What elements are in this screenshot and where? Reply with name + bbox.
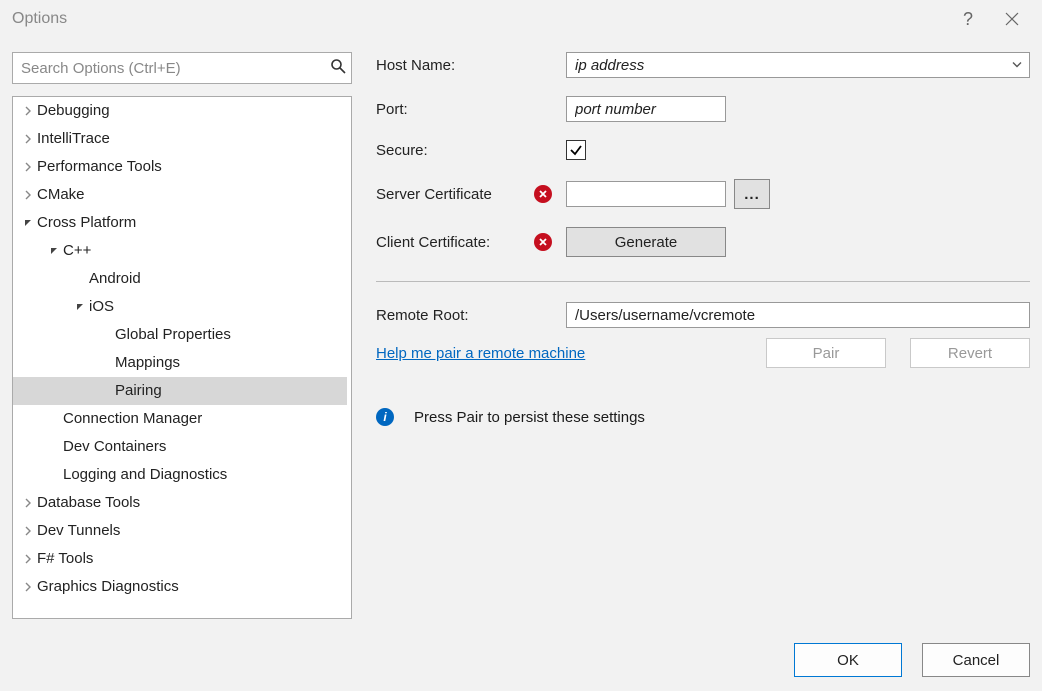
caret-expanded-icon bbox=[73, 302, 87, 312]
tree-item-label: Debugging bbox=[37, 102, 110, 119]
tree-item[interactable]: Global Properties bbox=[13, 321, 347, 349]
help-icon[interactable]: ? bbox=[946, 3, 990, 35]
caret-collapsed-icon bbox=[21, 554, 35, 564]
browse-button[interactable]: ... bbox=[734, 179, 770, 209]
tree-item[interactable]: C++ bbox=[13, 237, 347, 265]
tree-item[interactable]: Logging and Diagnostics bbox=[13, 461, 347, 489]
tree-item[interactable]: Android bbox=[13, 265, 347, 293]
info-text: Press Pair to persist these settings bbox=[414, 409, 645, 426]
tree-item-label: Database Tools bbox=[37, 494, 140, 511]
titlebar: Options ? bbox=[0, 0, 1042, 38]
close-icon[interactable] bbox=[990, 3, 1034, 35]
tree-item-label: Dev Containers bbox=[63, 438, 166, 455]
tree-item-label: Cross Platform bbox=[37, 214, 136, 231]
port-field[interactable] bbox=[566, 96, 726, 122]
tree-item[interactable]: IntelliTrace bbox=[13, 125, 347, 153]
left-pane: Debugging IntelliTrace Performance Tools CM… bbox=[12, 52, 352, 619]
ok-button[interactable]: OK bbox=[794, 643, 902, 677]
caret-collapsed-icon bbox=[21, 498, 35, 508]
tree-item-label: Dev Tunnels bbox=[37, 522, 120, 539]
tree-item[interactable]: Database Tools bbox=[13, 489, 347, 517]
remote-root-label: Remote Root: bbox=[376, 307, 526, 324]
window-title: Options bbox=[12, 0, 67, 38]
info-icon: i bbox=[376, 408, 394, 426]
secure-checkbox[interactable] bbox=[566, 140, 586, 160]
tree-item-label: Connection Manager bbox=[63, 410, 202, 427]
revert-button[interactable]: Revert bbox=[910, 338, 1030, 368]
right-pane: Host Name: Port: Secure: bbox=[376, 52, 1030, 619]
tree-item-label: iOS bbox=[89, 298, 114, 315]
tree-item[interactable]: CMake bbox=[13, 181, 347, 209]
pair-button[interactable]: Pair bbox=[766, 338, 886, 368]
tree-item[interactable]: Pairing bbox=[13, 377, 347, 405]
tree-item[interactable]: iOS bbox=[13, 293, 347, 321]
host-name-field[interactable] bbox=[566, 52, 1030, 78]
server-cert-label: Server Certificate bbox=[376, 186, 526, 203]
options-dialog: Options ? DebuggingInt bbox=[0, 0, 1042, 691]
remote-root-field[interactable] bbox=[566, 302, 1030, 328]
tree-item[interactable]: Graphics Diagnostics bbox=[13, 573, 347, 601]
caret-expanded-icon bbox=[47, 246, 61, 256]
options-tree: Debugging IntelliTrace Performance Tools CM… bbox=[12, 96, 352, 619]
error-icon bbox=[534, 233, 558, 251]
error-icon bbox=[534, 185, 558, 203]
secure-label: Secure: bbox=[376, 142, 526, 159]
tree-item[interactable]: Debugging bbox=[13, 97, 347, 125]
tree-item-label: F# Tools bbox=[37, 550, 93, 567]
tree-item-label: Global Properties bbox=[115, 326, 231, 343]
search-wrap bbox=[12, 52, 352, 84]
server-cert-field[interactable] bbox=[566, 181, 726, 207]
dialog-footer: OK Cancel bbox=[794, 643, 1030, 677]
tree-item[interactable]: Connection Manager bbox=[13, 405, 347, 433]
tree-item-label: Pairing bbox=[115, 382, 162, 399]
tree-item-label: Performance Tools bbox=[37, 158, 162, 175]
caret-expanded-icon bbox=[21, 218, 35, 228]
port-label: Port: bbox=[376, 101, 526, 118]
tree-item-label: Logging and Diagnostics bbox=[63, 466, 227, 483]
caret-collapsed-icon bbox=[21, 162, 35, 172]
host-name-label: Host Name: bbox=[376, 57, 526, 74]
tree-item[interactable]: Cross Platform bbox=[13, 209, 347, 237]
tree-item[interactable]: Mappings bbox=[13, 349, 347, 377]
tree-item-label: C++ bbox=[63, 242, 91, 259]
divider bbox=[376, 281, 1030, 282]
tree-item[interactable]: Performance Tools bbox=[13, 153, 347, 181]
tree-item-label: Android bbox=[89, 270, 141, 287]
tree-scroll[interactable]: Debugging IntelliTrace Performance Tools CM… bbox=[13, 97, 351, 618]
caret-collapsed-icon bbox=[21, 526, 35, 536]
help-link[interactable]: Help me pair a remote machine bbox=[376, 345, 585, 362]
tree-item-label: Mappings bbox=[115, 354, 180, 371]
generate-button[interactable]: Generate bbox=[566, 227, 726, 257]
cancel-button[interactable]: Cancel bbox=[922, 643, 1030, 677]
caret-collapsed-icon bbox=[21, 134, 35, 144]
caret-collapsed-icon bbox=[21, 190, 35, 200]
caret-collapsed-icon bbox=[21, 582, 35, 592]
tree-item-label: CMake bbox=[37, 186, 85, 203]
caret-collapsed-icon bbox=[21, 106, 35, 116]
client-cert-label: Client Certificate: bbox=[376, 234, 526, 251]
tree-item[interactable]: Dev Containers bbox=[13, 433, 347, 461]
search-input[interactable] bbox=[12, 52, 352, 84]
tree-item-label: IntelliTrace bbox=[37, 130, 110, 147]
tree-item[interactable]: F# Tools bbox=[13, 545, 347, 573]
tree-item[interactable]: Dev Tunnels bbox=[13, 517, 347, 545]
tree-item-label: Graphics Diagnostics bbox=[37, 578, 179, 595]
